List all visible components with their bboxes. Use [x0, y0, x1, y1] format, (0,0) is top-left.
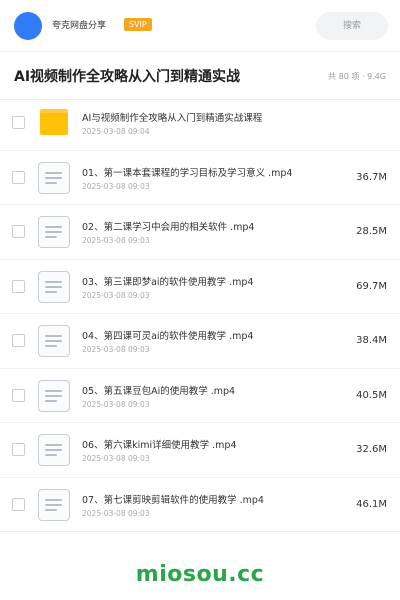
file-icon: [38, 161, 70, 194]
svip-badge: SVIP: [124, 18, 152, 31]
item-size: 32.6M: [356, 444, 387, 455]
item-date: 2025-03-08 09:03: [82, 508, 150, 518]
folder-row[interactable]: AI与视频制作全攻略从入门到精通实战课程 2025-03-08 09:04: [0, 96, 400, 151]
item-name: 04、第四课可灵ai的软件使用教学 .mp4: [82, 331, 254, 342]
watermark: miosou.cc: [135, 562, 265, 587]
file-row[interactable]: 07、第七课剪映剪辑软件的使用教学 .mp4 2025-03-08 09:03 46…: [0, 478, 400, 532]
title-bar: AI视频制作全攻略从入门到精通实战 共 80 项 · 9.4G: [0, 52, 400, 100]
select-checkbox[interactable]: [12, 334, 25, 347]
item-name: 05、第五课豆包Ai的使用教学 .mp4: [82, 385, 236, 397]
file-icon: [38, 434, 70, 466]
select-checkbox[interactable]: [12, 443, 25, 456]
item-size: 40.5M: [356, 389, 387, 401]
item-date: 2025-03-08 09:03: [82, 236, 150, 245]
item-date: 2025-03-08 09:03: [82, 181, 150, 191]
avatar[interactable]: [14, 12, 42, 40]
file-icon: [38, 488, 70, 521]
page-title: AI视频制作全攻略从入门到精通实战: [14, 69, 241, 85]
file-icon: [38, 216, 70, 248]
file-row[interactable]: 02、第二课学习中会用的相关软件 .mp4 2025-03-08 09:03 28.…: [0, 205, 400, 260]
item-date: 2025-03-08 09:03: [82, 345, 150, 354]
item-date: 2025-03-08 09:04: [82, 127, 150, 136]
item-date: 2025-03-08 09:03: [82, 454, 150, 463]
file-icon: [38, 379, 70, 412]
file-row[interactable]: 01、第一课本套课程的学习目标及学习意义 .mp4 2025-03-08 09:0…: [0, 151, 400, 205]
item-name: AI与视频制作全攻略从入门到精通实战课程: [82, 113, 263, 124]
select-checkbox[interactable]: [12, 497, 25, 511]
item-size: 38.4M: [356, 335, 387, 346]
file-row[interactable]: 04、第四课可灵ai的软件使用教学 .mp4 2025-03-08 09:03 38…: [0, 314, 400, 369]
item-summary: 共 80 项 · 9.4G: [328, 72, 386, 81]
item-name: 03、第三课即梦ai的软件使用教学 .mp4: [82, 276, 254, 288]
username: 夸克网盘分享: [52, 21, 107, 31]
item-name: 01、第一课本套课程的学习目标及学习意义 .mp4: [82, 167, 293, 179]
select-checkbox[interactable]: [12, 388, 25, 402]
file-row[interactable]: 06、第六课kimi详细使用教学 .mp4 2025-03-08 09:03 32.…: [0, 423, 400, 478]
item-size: 69.7M: [356, 280, 387, 292]
folder-icon: [38, 107, 70, 139]
select-checkbox[interactable]: [12, 170, 25, 184]
file-row[interactable]: 03、第三课即梦ai的软件使用教学 .mp4 2025-03-08 09:03 69…: [0, 260, 400, 314]
item-size: 36.7M: [356, 171, 387, 183]
file-icon: [38, 325, 70, 357]
item-date: 2025-03-08 09:03: [82, 399, 150, 409]
item-date: 2025-03-08 09:03: [82, 290, 150, 300]
select-checkbox[interactable]: [12, 116, 25, 129]
search-button[interactable]: 搜索: [316, 12, 388, 40]
file-list: AI与视频制作全攻略从入门到精通实战课程 2025-03-08 09:04 01、第…: [0, 96, 400, 532]
item-size: 46.1M: [356, 498, 387, 510]
select-checkbox[interactable]: [12, 279, 25, 293]
item-name: 02、第二课学习中会用的相关软件 .mp4: [82, 222, 255, 233]
item-name: 06、第六课kimi详细使用教学 .mp4: [82, 440, 237, 451]
item-name: 07、第七课剪映剪辑软件的使用教学 .mp4: [82, 494, 264, 506]
header: 夸克网盘分享 SVIP 搜索: [0, 0, 400, 52]
file-row[interactable]: 05、第五课豆包Ai的使用教学 .mp4 2025-03-08 09:03 40.5…: [0, 369, 400, 423]
item-size: 28.5M: [356, 226, 387, 237]
select-checkbox[interactable]: [12, 225, 25, 238]
file-icon: [38, 270, 70, 303]
